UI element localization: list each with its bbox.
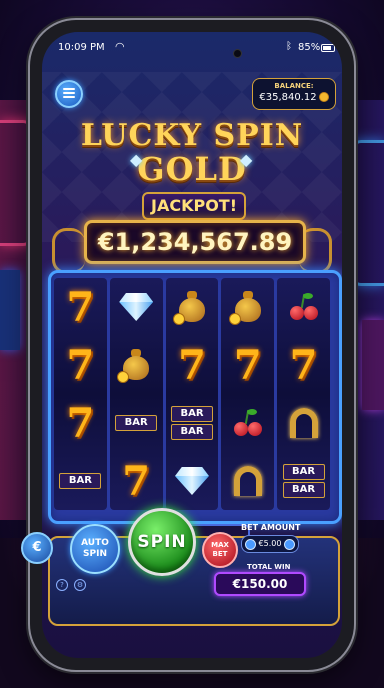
reel-cell: 7 — [166, 340, 219, 390]
bar-symbol-label: BAR — [282, 464, 325, 480]
reel-3: 7 BAR BAR — [165, 278, 219, 510]
reel-cell — [166, 456, 219, 506]
reel-4: 7 — [221, 278, 275, 510]
bar-symbol-label: BAR — [282, 482, 325, 498]
decrease-bet-icon[interactable] — [245, 539, 256, 550]
bet-amount-label: BET AMOUNT — [241, 523, 301, 532]
seven-symbol: 7 — [178, 341, 206, 389]
hamburger-icon-line — [63, 96, 75, 98]
bet-amount-stepper[interactable]: €5.00 — [241, 535, 299, 553]
bar-symbol-label: BAR — [115, 415, 158, 431]
seven-symbol: 7 — [289, 341, 318, 389]
total-win-label: TOTAL WIN — [247, 563, 291, 571]
diamond-symbol — [119, 293, 154, 321]
game-title-line1: LUCKY SPIN — [80, 118, 304, 153]
money-bag-symbol — [117, 349, 151, 383]
total-win-value: €150.00 — [214, 572, 306, 596]
bar-symbol-label: BAR — [170, 424, 213, 440]
neon-sign — [0, 120, 33, 246]
max-bet-button[interactable]: MAX BET — [202, 532, 238, 568]
reel-cell: BAR — [54, 456, 107, 506]
coin-icon — [318, 92, 329, 102]
max-bet-label: MAX BET — [211, 541, 229, 558]
reel-cell — [110, 340, 163, 390]
jackpot-ornament-left — [52, 228, 85, 274]
neon-sign — [351, 140, 384, 286]
balance-panel: BALANCE: €35,840.12 — [252, 78, 336, 110]
bar-symbol: BAR — [115, 415, 158, 431]
menu-button[interactable] — [55, 80, 83, 108]
settings-icon[interactable]: ⚙ — [74, 579, 86, 591]
reel-1: 7 7 7 BAR — [54, 278, 107, 510]
bluetooth-icon: ᛒ — [286, 41, 292, 52]
battery-icon — [321, 44, 335, 52]
double-bar-symbol: BAR BAR — [170, 406, 213, 440]
reel-cell — [221, 456, 274, 506]
status-bar: 10:09 PM ◠ ᛒ 85% — [42, 32, 342, 60]
game-title-line2: GOLD — [137, 150, 247, 188]
cherry-symbol — [232, 408, 264, 438]
reel-cell — [110, 282, 163, 332]
phone-device: 10:09 PM ◠ ᛒ 85% BALANCE: €35,840.12 LUC… — [30, 20, 354, 670]
reel-cell: BAR — [110, 398, 163, 448]
reel-cell: BAR BAR — [166, 398, 219, 448]
horseshoe-symbol — [289, 408, 318, 438]
info-icon: € — [32, 540, 42, 555]
auto-spin-button[interactable]: AUTO SPIN — [70, 524, 120, 574]
help-icon[interactable]: ? — [56, 579, 68, 591]
seven-symbol: 7 — [233, 341, 262, 389]
reel-cell — [166, 282, 219, 332]
info-button[interactable]: € — [21, 532, 53, 564]
reel-cell — [221, 398, 274, 448]
seven-symbol: 7 — [122, 457, 151, 505]
bar-symbol-label: BAR — [170, 406, 213, 422]
reel-cell: 7 — [54, 340, 107, 390]
reels-grid: 7 7 7 BAR BAR 7 7 BAR BAR 7 7 BAR BAR — [54, 278, 330, 510]
wifi-icon: ◠ — [115, 40, 125, 53]
jackpot-label: JACKPOT! — [142, 192, 246, 220]
diamond-symbol — [174, 467, 209, 495]
hamburger-icon — [63, 88, 75, 90]
seven-symbol: 7 — [66, 283, 95, 331]
bar-symbol-label: BAR — [59, 473, 102, 489]
spin-button[interactable]: SPIN — [128, 508, 196, 576]
reel-cell — [277, 282, 330, 332]
reel-cell: 7 — [54, 398, 107, 448]
auto-spin-label: AUTO SPIN — [81, 538, 109, 559]
battery-percent: 85% — [298, 42, 321, 53]
increase-bet-icon[interactable] — [284, 539, 295, 550]
money-bag-symbol — [228, 291, 263, 325]
reel-cell — [221, 282, 274, 332]
bar-symbol: BAR — [59, 473, 102, 489]
horseshoe-symbol — [233, 466, 262, 496]
balance-value: €35,840.12 — [259, 92, 317, 103]
diamond-icon: ◆ — [240, 150, 253, 169]
diamond-icon: ◆ — [130, 150, 143, 169]
hamburger-icon-line — [63, 92, 75, 94]
cherry-symbol — [288, 292, 320, 322]
reel-2: BAR 7 — [109, 278, 163, 510]
balance-label: BALANCE: — [274, 82, 314, 90]
double-bar-symbol: BAR BAR — [282, 464, 325, 498]
money-bag-symbol — [172, 291, 207, 325]
reel-5: 7 BAR BAR — [277, 278, 330, 510]
reel-cell: 7 — [277, 340, 330, 390]
bet-amount-value: €5.00 — [258, 539, 282, 548]
reel-cell: 7 — [110, 456, 163, 506]
reel-cell: 7 — [54, 282, 107, 332]
jackpot-value: €1,234,567.89 — [84, 220, 306, 264]
seven-symbol: 7 — [66, 399, 95, 447]
status-time: 10:09 PM — [58, 42, 105, 53]
balance-row: €35,840.12 — [253, 92, 335, 103]
reel-cell: 7 — [221, 340, 274, 390]
reel-cell: BAR BAR — [277, 456, 330, 506]
seven-symbol: 7 — [66, 341, 95, 389]
reel-cell — [277, 398, 330, 448]
slot-machine-silhouette — [362, 320, 384, 410]
slot-machine-silhouette — [0, 270, 20, 350]
